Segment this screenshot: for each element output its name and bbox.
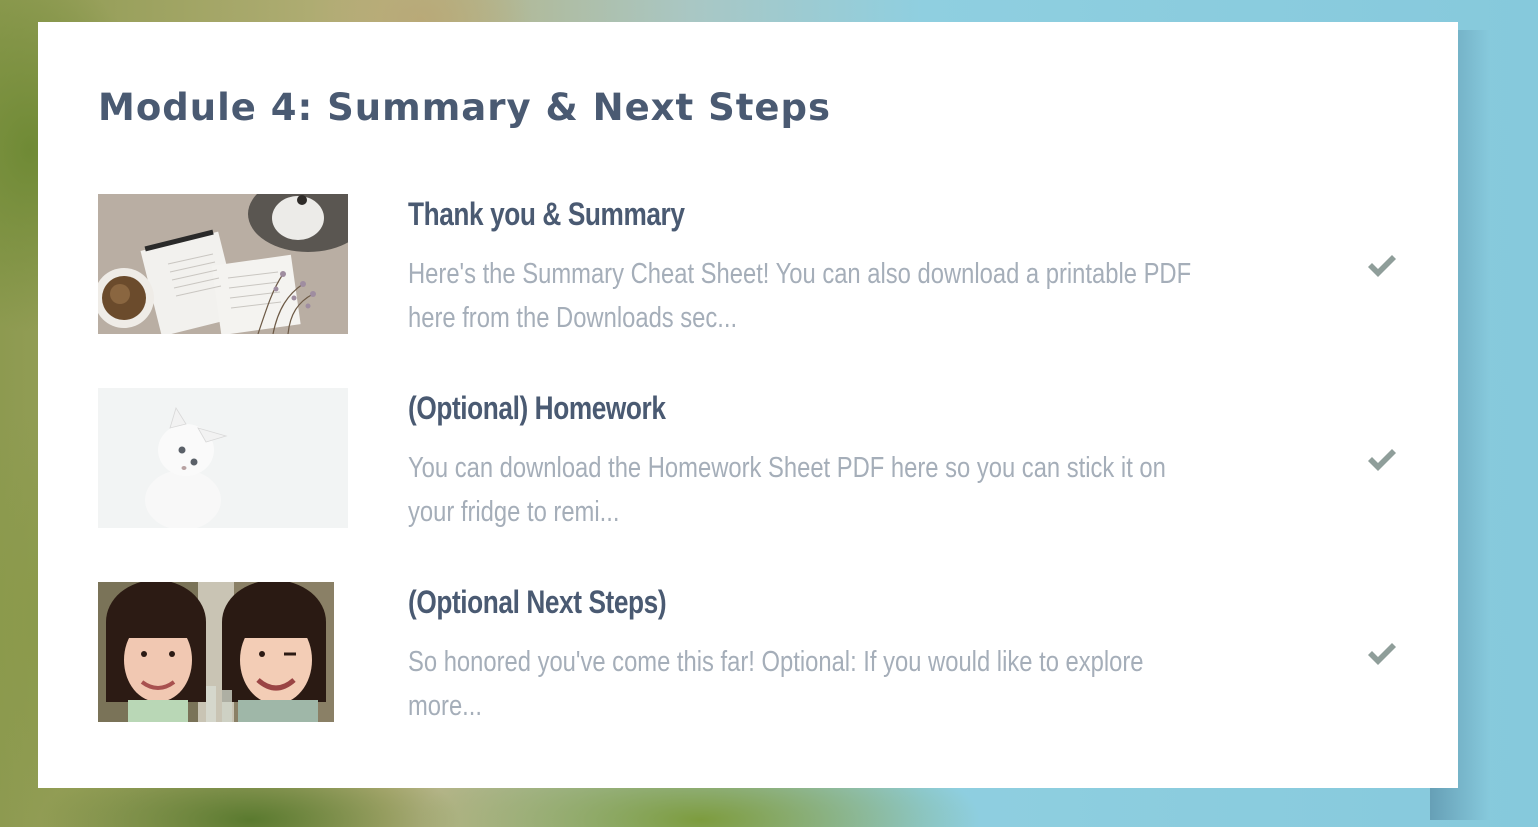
module-title: Module 4: Summary & Next Steps	[98, 86, 832, 129]
two-smiling-women-selfie-image	[98, 582, 334, 722]
white-kitten-image	[98, 388, 348, 528]
lesson-thumbnail[interactable]	[98, 388, 348, 528]
module-card: Module 4: Summary & Next Steps Thank you…	[38, 22, 1458, 788]
checkmark-icon	[1368, 449, 1396, 471]
lesson-description: So honored you've come this far! Optiona…	[408, 646, 1144, 722]
lesson-thumbnail[interactable]	[98, 194, 348, 334]
checkmark-icon	[1368, 255, 1396, 277]
lesson-item[interactable]: (Optional) Homework You can download the…	[98, 388, 1398, 528]
lesson-description: Here's the Summary Cheat Sheet! You can …	[408, 258, 1192, 334]
lesson-item[interactable]: (Optional Next Steps) So honored you've …	[98, 582, 1398, 722]
lesson-thumbnail[interactable]	[98, 582, 334, 722]
lesson-title[interactable]: (Optional) Homework	[408, 390, 666, 427]
checkmark-icon	[1368, 643, 1396, 665]
lesson-title[interactable]: (Optional Next Steps)	[408, 584, 667, 621]
lesson-title[interactable]: Thank you & Summary	[408, 196, 685, 233]
desk-with-cheat-sheet-and-coffee-image	[98, 194, 348, 334]
lesson-description: You can download the Homework Sheet PDF …	[408, 452, 1166, 528]
lesson-item[interactable]: Thank you & Summary Here's the Summary C…	[98, 194, 1398, 334]
